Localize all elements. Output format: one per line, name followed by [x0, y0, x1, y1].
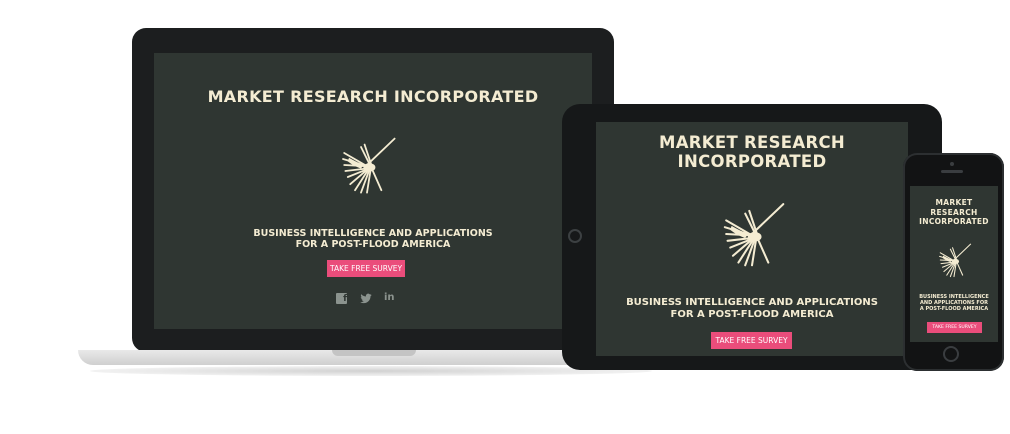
tablet-screen: MARKET RESEARCH INCORPORATED BUSINESS IN… [596, 122, 908, 356]
twitter-icon[interactable] [360, 293, 372, 304]
take-survey-button[interactable]: TAKE FREE SURVEY [327, 260, 405, 277]
facebook-icon[interactable]: f [336, 293, 347, 304]
social-links: f in [336, 292, 408, 305]
tagline-line-2: FOR A POST-FLOOD AMERICA [295, 239, 451, 250]
phone-speaker [941, 170, 963, 173]
take-survey-button[interactable]: TAKE FREE SURVEY [711, 332, 792, 349]
nazca-bird-icon [334, 135, 400, 195]
page-title: MARKET RESEARCH INCORPORATED [910, 198, 998, 227]
tagline: BUSINESS INTELLIGENCE AND APPLICATIONS F… [154, 228, 592, 250]
title-line-1: MARKET [935, 198, 973, 207]
title-line-3: INCORPORATED [919, 217, 989, 226]
linkedin-icon[interactable]: in [384, 292, 395, 303]
laptop-shadow [90, 366, 652, 376]
take-survey-button[interactable]: TAKE FREE SURVEY [927, 322, 982, 333]
tagline-line-1: BUSINESS INTELLIGENCE AND APPLICATIONS [626, 297, 878, 308]
phone-screen: MARKET RESEARCH INCORPORATED BUSINESS IN… [910, 186, 998, 342]
nazca-bird-icon [718, 200, 786, 268]
phone-camera [950, 162, 954, 166]
tagline-line-3: A POST-FLOOD AMERICA [919, 306, 989, 312]
title-line-1: MARKET RESEARCH [659, 133, 845, 152]
phone-home-button [943, 346, 959, 362]
tablet-home-button [568, 229, 582, 243]
tagline: BUSINESS INTELLIGENCE AND APPLICATIONS F… [910, 294, 998, 312]
laptop-screen: MARKET RESEARCH INCORPORATED BUSINESS IN… [154, 53, 592, 329]
tagline: BUSINESS INTELLIGENCE AND APPLICATIONS F… [596, 297, 908, 321]
page-title: MARKET RESEARCH INCORPORATED [596, 133, 908, 171]
tagline-line-2: FOR A POST-FLOOD AMERICA [670, 309, 834, 320]
title-line-2: RESEARCH [930, 207, 978, 217]
page-title: MARKET RESEARCH INCORPORATED [207, 87, 539, 106]
tagline-line-1: BUSINESS INTELLIGENCE AND APPLICATIONS [253, 228, 493, 239]
title-line-2: INCORPORATED [677, 152, 827, 171]
laptop-notch [332, 350, 416, 356]
nazca-bird-icon [936, 242, 972, 278]
